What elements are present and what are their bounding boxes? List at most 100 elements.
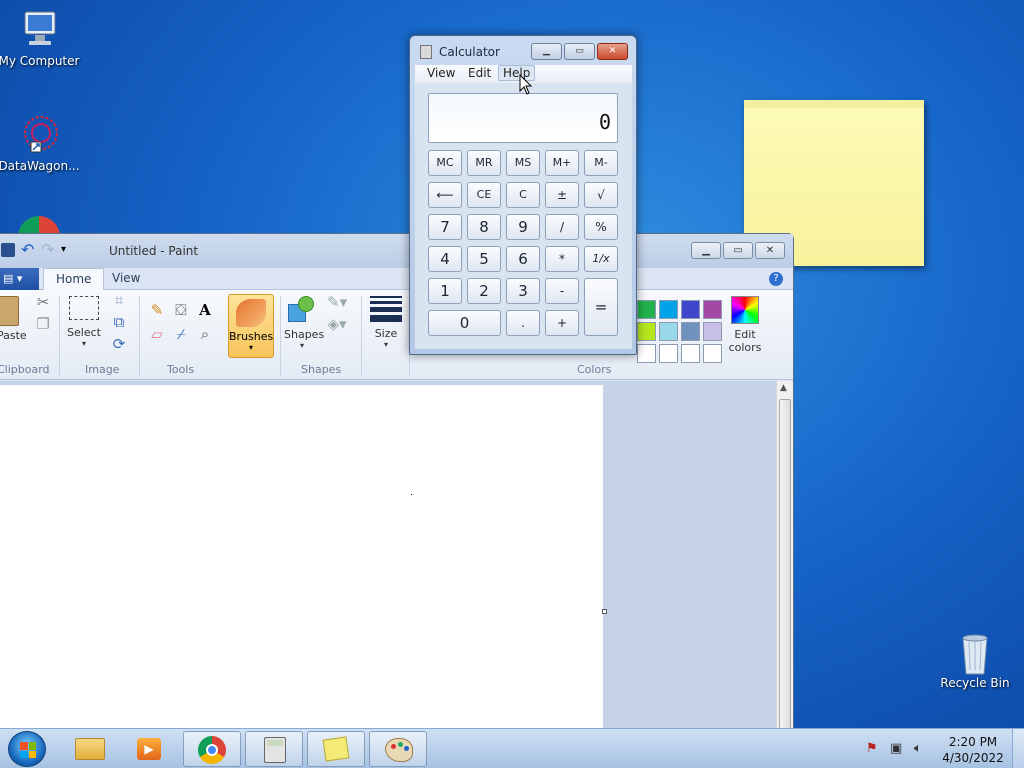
- close-button[interactable]: ✕: [755, 242, 785, 259]
- brushes-button[interactable]: Brushes ▾: [228, 294, 274, 358]
- network-icon[interactable]: ▣: [890, 741, 908, 757]
- chevron-down-icon[interactable]: ▾: [61, 243, 75, 257]
- scroll-up-icon[interactable]: ▲: [780, 383, 787, 393]
- color-swatch[interactable]: [703, 322, 722, 341]
- key-m-plus[interactable]: M+: [545, 150, 579, 176]
- taskbar-media-player[interactable]: ▶: [120, 731, 178, 767]
- taskbar-clock[interactable]: 2:20 PM 4/30/2022: [940, 734, 1006, 766]
- desktop-icon-my-computer[interactable]: My Computer: [0, 8, 80, 68]
- key-multiply[interactable]: *: [545, 246, 579, 272]
- key-backspace[interactable]: ⟵: [428, 182, 462, 208]
- taskbar-paint[interactable]: [369, 731, 427, 767]
- color-swatch[interactable]: [637, 322, 656, 341]
- paste-button[interactable]: Paste: [0, 296, 27, 342]
- redo-icon[interactable]: ↷: [41, 242, 55, 258]
- color-swatch[interactable]: [681, 344, 700, 363]
- key-5[interactable]: 5: [467, 246, 501, 272]
- help-icon[interactable]: ?: [769, 272, 783, 286]
- rotate-icon[interactable]: ⟳: [109, 334, 129, 354]
- key-plus-minus[interactable]: ±: [545, 182, 579, 208]
- taskbar-explorer[interactable]: [60, 731, 118, 767]
- key-4[interactable]: 4: [428, 246, 462, 272]
- tab-home[interactable]: Home: [43, 268, 105, 290]
- color-swatch[interactable]: [659, 344, 678, 363]
- minimize-button[interactable]: ▁: [531, 43, 562, 60]
- minimize-button[interactable]: ▁: [691, 242, 721, 259]
- color-swatch[interactable]: [659, 322, 678, 341]
- edit-colors-button[interactable]: Edit colors: [725, 296, 765, 354]
- paste-label: Paste: [0, 329, 27, 342]
- close-button[interactable]: ✕: [597, 43, 628, 60]
- outline-icon[interactable]: ✎▾: [327, 292, 347, 312]
- key-8[interactable]: 8: [467, 214, 501, 240]
- magnifier-icon[interactable]: ⌕: [195, 324, 215, 344]
- maximize-button[interactable]: ▭: [564, 43, 595, 60]
- save-icon[interactable]: [1, 243, 15, 257]
- sticky-note-titlebar[interactable]: [744, 100, 924, 108]
- show-desktop-button[interactable]: [1012, 729, 1024, 768]
- scrollbar-thumb[interactable]: [779, 399, 791, 729]
- key-sqrt[interactable]: √: [584, 182, 618, 208]
- key-add[interactable]: +: [545, 310, 579, 336]
- key-ce[interactable]: CE: [467, 182, 501, 208]
- menu-edit[interactable]: Edit: [464, 66, 495, 80]
- color-swatch[interactable]: [681, 300, 700, 319]
- color-picker-icon[interactable]: ⌿: [171, 324, 191, 344]
- key-reciprocal[interactable]: 1/x: [584, 246, 618, 272]
- key-7[interactable]: 7: [428, 214, 462, 240]
- key-mc[interactable]: MC: [428, 150, 462, 176]
- key-c[interactable]: C: [506, 182, 540, 208]
- pencil-icon[interactable]: ✎: [147, 300, 167, 320]
- key-2[interactable]: 2: [467, 278, 501, 304]
- paint-titlebar[interactable]: ↶ ↷ ▾ Untitled - Paint ▁ ▭ ✕: [0, 234, 793, 268]
- undo-icon[interactable]: ↶: [21, 242, 35, 258]
- key-equals[interactable]: =: [584, 278, 618, 336]
- color-swatch[interactable]: [703, 300, 722, 319]
- volume-icon[interactable]: 🔈︎: [914, 741, 932, 757]
- action-center-icon[interactable]: ⚑: [866, 741, 882, 757]
- resize-icon[interactable]: ⧉: [109, 312, 129, 332]
- shapes-button[interactable]: Shapes ▾: [284, 296, 324, 350]
- taskbar-chrome[interactable]: [183, 731, 241, 767]
- fill-shape-icon[interactable]: ◈▾: [327, 314, 347, 334]
- chevron-down-icon: ▾: [248, 343, 253, 352]
- key-subtract[interactable]: -: [545, 278, 579, 304]
- key-6[interactable]: 6: [506, 246, 540, 272]
- drawing-canvas[interactable]: [0, 385, 603, 733]
- key-3[interactable]: 3: [506, 278, 540, 304]
- key-percent[interactable]: %: [584, 214, 618, 240]
- desktop-icon-recycle-bin[interactable]: Recycle Bin: [934, 630, 1016, 690]
- crop-icon[interactable]: ⌗: [109, 290, 129, 310]
- taskbar-calculator[interactable]: [245, 731, 303, 767]
- fill-icon[interactable]: ⛋: [171, 300, 191, 320]
- color-swatch[interactable]: [637, 344, 656, 363]
- canvas-resize-handle[interactable]: [602, 609, 607, 614]
- key-m-minus[interactable]: M-: [584, 150, 618, 176]
- text-icon[interactable]: A: [195, 300, 215, 320]
- cut-icon[interactable]: ✂: [33, 292, 53, 312]
- paint-window[interactable]: ↶ ↷ ▾ Untitled - Paint ▁ ▭ ✕ ▤ ▾ Home Vi…: [0, 233, 794, 733]
- color-swatch[interactable]: [637, 300, 656, 319]
- vertical-scrollbar[interactable]: ▲: [776, 381, 793, 733]
- key-ms[interactable]: MS: [506, 150, 540, 176]
- taskbar-sticky-notes[interactable]: [307, 731, 365, 767]
- key-1[interactable]: 1: [428, 278, 462, 304]
- start-button[interactable]: [8, 731, 46, 767]
- color-swatch[interactable]: [659, 300, 678, 319]
- paint-menu-button[interactable]: ▤ ▾: [0, 268, 39, 290]
- select-button[interactable]: Select ▾: [67, 296, 101, 348]
- eraser-icon[interactable]: ▱: [147, 324, 167, 344]
- color-swatch[interactable]: [681, 322, 700, 341]
- key-divide[interactable]: /: [545, 214, 579, 240]
- maximize-button[interactable]: ▭: [723, 242, 753, 259]
- color-swatch[interactable]: [703, 344, 722, 363]
- key-mr[interactable]: MR: [467, 150, 501, 176]
- copy-icon[interactable]: ❐: [33, 314, 53, 334]
- size-button[interactable]: Size ▾: [369, 296, 403, 349]
- key-9[interactable]: 9: [506, 214, 540, 240]
- menu-view[interactable]: View: [423, 66, 459, 80]
- key-decimal[interactable]: .: [506, 310, 540, 336]
- desktop-icon-datawagon[interactable]: DataWagon...: [0, 113, 80, 173]
- key-0[interactable]: 0: [428, 310, 501, 336]
- tab-view[interactable]: View: [100, 268, 152, 290]
